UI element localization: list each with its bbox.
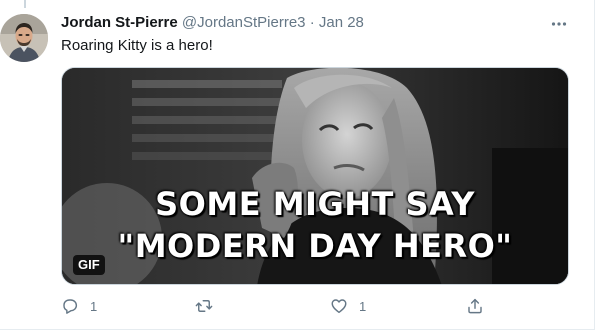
share-icon xyxy=(468,298,482,314)
avatar[interactable] xyxy=(0,14,48,62)
share-button[interactable] xyxy=(466,296,484,316)
thread-connector-line xyxy=(24,0,26,8)
retweet-button[interactable] xyxy=(194,296,214,316)
like-count: 1 xyxy=(359,298,367,314)
more-horizontal-icon xyxy=(551,22,567,26)
reply-button[interactable]: 1 xyxy=(61,296,97,316)
more-options-button[interactable] xyxy=(548,13,570,35)
tweet[interactable]: Jordan St-Pierre @JordanStPierre3 · Jan … xyxy=(0,0,595,330)
reply-icon xyxy=(63,299,78,314)
gif-media[interactable]: SOME MIGHT SAY "MODERN DAY HERO" GIF xyxy=(61,67,569,285)
retweet-icon xyxy=(195,300,213,312)
author-display-name[interactable]: Jordan St-Pierre xyxy=(61,14,178,31)
tweet-date[interactable]: Jan 28 xyxy=(319,14,364,31)
reply-count: 1 xyxy=(90,298,98,314)
gif-badge: GIF xyxy=(73,255,105,275)
like-button[interactable]: 1 xyxy=(330,296,366,316)
heart-icon xyxy=(331,299,347,314)
tweet-text: Roaring Kitty is a hero! xyxy=(61,37,213,54)
tweet-actions: 1 1 xyxy=(61,296,501,316)
author-handle[interactable]: @JordanStPierre3 xyxy=(182,14,306,31)
tweet-header: Jordan St-Pierre @JordanStPierre3 · Jan … xyxy=(61,13,594,33)
header-separator: · xyxy=(309,14,315,31)
gif-caption-line-2: "MODERN DAY HERO" xyxy=(117,227,513,265)
avatar-photo xyxy=(0,14,48,62)
gif-caption-line-1: SOME MIGHT SAY xyxy=(155,185,475,223)
